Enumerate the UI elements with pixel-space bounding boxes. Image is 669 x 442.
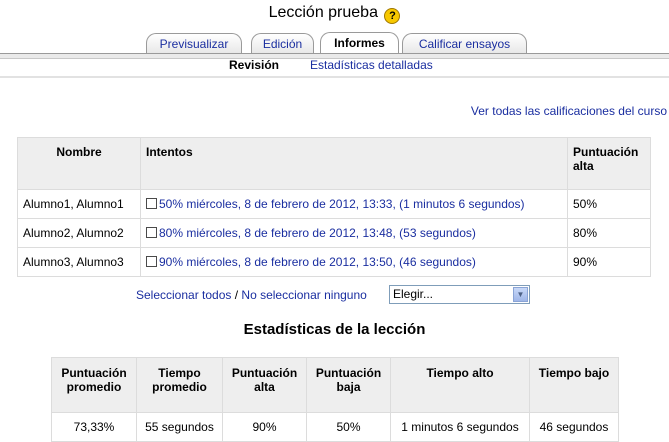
attempt-checkbox[interactable] <box>146 198 157 209</box>
header-tiempo-promedio: Tiempo promedio <box>136 357 223 413</box>
subtab-revision[interactable]: Revisión <box>229 58 279 72</box>
header-puntuacion-baja: Puntuación baja <box>306 357 391 413</box>
tab-edicion[interactable]: Edición <box>251 33 314 53</box>
tab-calificar-ensayos[interactable]: Calificar ensayos <box>402 33 527 53</box>
header-nombre: Nombre <box>17 137 141 190</box>
attempt-link[interactable]: 90% miércoles, 8 de febrero de 2012, 13:… <box>159 255 476 269</box>
high-score: 50% <box>567 189 651 219</box>
attempts-table: Nombre Intentos Puntuación alta Alumno1,… <box>17 137 651 277</box>
high-score: 80% <box>567 218 651 248</box>
tab-previsualizar-link[interactable]: Previsualizar <box>160 37 229 51</box>
table-row: Alumno1, Alumno1 50% miércoles, 8 de feb… <box>17 189 651 219</box>
tab-calificar-ensayos-link[interactable]: Calificar ensayos <box>419 37 510 51</box>
tab-previsualizar[interactable]: Previsualizar <box>146 33 242 53</box>
select-all-link[interactable]: Seleccionar todos <box>136 288 231 302</box>
header-intentos: Intentos <box>140 137 568 190</box>
help-icon[interactable]: ? <box>384 8 401 24</box>
stat-avg-score: 73,33% <box>51 412 137 442</box>
high-score: 90% <box>567 247 651 277</box>
view-all-grades-link[interactable]: Ver todas las calificaciones del curso <box>471 104 667 118</box>
stats-header-row: Puntuación promedio Tiempo promedio Punt… <box>51 357 619 413</box>
stat-high-time: 1 minutos 6 segundos <box>390 412 530 442</box>
attempt-checkbox[interactable] <box>146 256 157 267</box>
attempt-link[interactable]: 50% miércoles, 8 de febrero de 2012, 13:… <box>159 197 525 211</box>
subtab-estadisticas-detalladas[interactable]: Estadísticas detalladas <box>310 58 433 72</box>
chevron-down-icon[interactable]: ▼ <box>513 287 528 302</box>
header-tiempo-bajo: Tiempo bajo <box>529 357 619 413</box>
table-row: 73,33% 55 segundos 90% 50% 1 minutos 6 s… <box>51 412 619 442</box>
attempts-header-row: Nombre Intentos Puntuación alta <box>17 137 651 190</box>
page-title: Lección prueba ? <box>0 4 669 24</box>
stat-high-score: 90% <box>222 412 307 442</box>
student-name: Alumno1, Alumno1 <box>17 189 141 219</box>
attempt-cell: 50% miércoles, 8 de febrero de 2012, 13:… <box>140 189 568 219</box>
action-select-value: Elegir... <box>393 287 434 301</box>
stats-table: Puntuación promedio Tiempo promedio Punt… <box>51 357 619 442</box>
attempt-link[interactable]: 80% miércoles, 8 de febrero de 2012, 13:… <box>159 226 476 240</box>
tab-informes[interactable]: Informes <box>320 32 399 54</box>
header-puntuacion-alta: Puntuación alta <box>567 137 651 190</box>
subtab-divider <box>0 76 669 78</box>
tab-informes-label: Informes <box>334 36 385 50</box>
table-row: Alumno3, Alumno3 90% miércoles, 8 de feb… <box>17 247 651 277</box>
header-puntuacion-promedio: Puntuación promedio <box>51 357 137 413</box>
selection-links: Seleccionar todos / No seleccionar ningu… <box>136 288 367 302</box>
action-select[interactable]: Elegir... ▼ <box>389 285 530 304</box>
select-none-link[interactable]: No seleccionar ninguno <box>241 288 366 302</box>
student-name: Alumno3, Alumno3 <box>17 247 141 277</box>
student-name: Alumno2, Alumno2 <box>17 218 141 248</box>
attempt-cell: 80% miércoles, 8 de febrero de 2012, 13:… <box>140 218 568 248</box>
page-title-text: Lección prueba <box>268 4 378 21</box>
stat-low-time: 46 segundos <box>529 412 619 442</box>
header-puntuacion-alta: Puntuación alta <box>222 357 307 413</box>
attempt-cell: 90% miércoles, 8 de febrero de 2012, 13:… <box>140 247 568 277</box>
selection-separator: / <box>231 288 242 302</box>
attempt-checkbox[interactable] <box>146 227 157 238</box>
table-row: Alumno2, Alumno2 80% miércoles, 8 de feb… <box>17 218 651 248</box>
stat-avg-time: 55 segundos <box>136 412 223 442</box>
stat-low-score: 50% <box>306 412 391 442</box>
stats-title: Estadísticas de la lección <box>243 321 426 338</box>
subtab-bar: Revisión Estadísticas detalladas <box>0 58 669 76</box>
tab-edicion-link[interactable]: Edición <box>263 37 302 51</box>
header-tiempo-alto: Tiempo alto <box>390 357 530 413</box>
